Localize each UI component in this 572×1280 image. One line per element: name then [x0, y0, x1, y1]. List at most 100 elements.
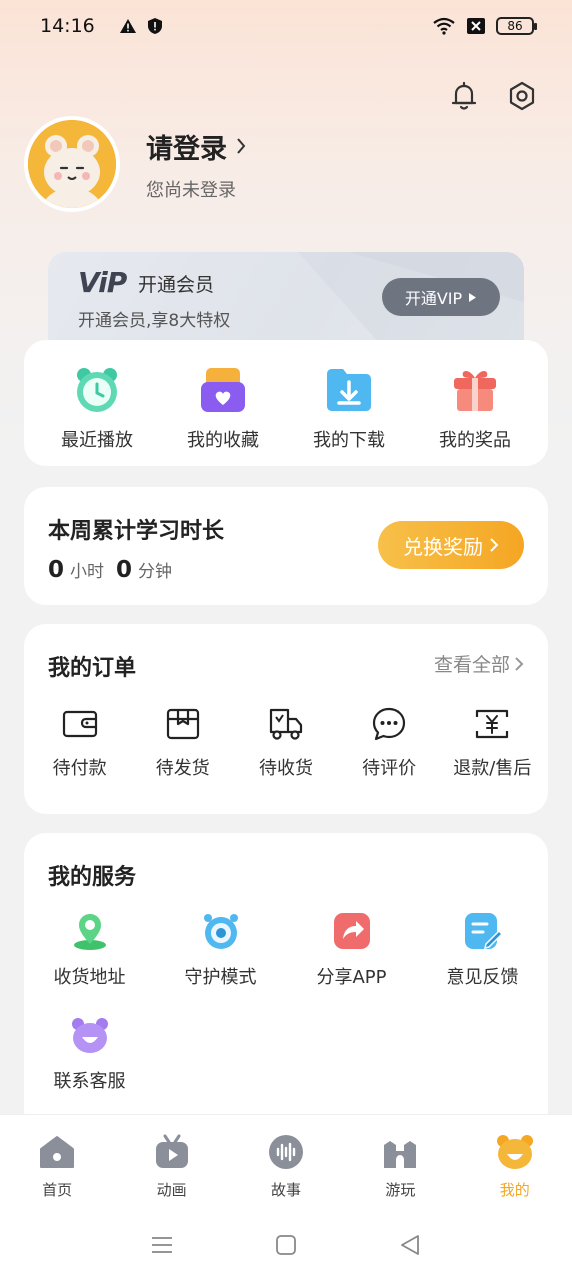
customer-service-icon — [71, 1018, 108, 1053]
alarm-clock-icon — [77, 368, 117, 412]
chevron-right-icon — [515, 656, 524, 671]
truck-icon — [269, 708, 303, 740]
settings-icon[interactable] — [506, 80, 538, 112]
chevron-right-icon — [237, 138, 246, 154]
vip-title: 开通会员 — [138, 274, 215, 296]
study-time-card: 本周累计学习时长 0 小时 0 分钟 兑换奖励 — [24, 487, 548, 605]
menu-icon[interactable] — [150, 1233, 174, 1257]
exchange-reward-button[interactable]: 兑换奖励 — [378, 521, 524, 569]
login-label: 请登录 — [146, 133, 227, 165]
tab-play[interactable]: 游玩 — [355, 1133, 445, 1210]
orders-title: 我的订单 — [48, 656, 137, 681]
service-feedback[interactable]: 意见反馈 — [417, 911, 548, 989]
battery-indicator: 86 — [496, 17, 537, 35]
download-folder-icon — [327, 369, 371, 411]
service-address-label: 收货地址 — [53, 967, 126, 988]
order-pending-payment[interactable]: 待付款 — [32, 706, 128, 780]
audio-story-icon — [268, 1135, 303, 1169]
avatar[interactable] — [24, 116, 120, 212]
quick-favorites-label: 我的收藏 — [187, 430, 259, 451]
open-vip-label: 开通VIP — [404, 289, 463, 308]
favorites-box-icon — [201, 368, 245, 412]
tab-animation[interactable]: 动画 — [127, 1133, 217, 1210]
service-address[interactable]: 收货地址 — [24, 911, 155, 989]
vip-subtitle: 开通会员,享8大特权 — [78, 311, 231, 331]
services-grid: 收货地址 守护模式 分享APP 意见反馈 联系客服 — [24, 911, 548, 1093]
status-right: 86 — [432, 17, 537, 35]
share-icon — [333, 913, 370, 949]
service-customer-support-label: 联系客服 — [53, 1071, 126, 1092]
quick-recent[interactable]: 最近播放 — [42, 364, 152, 466]
order-refund[interactable]: 退款/售后 — [444, 706, 540, 780]
study-duration: 0 小时 0 分钟 — [48, 557, 172, 583]
service-guard-mode[interactable]: 守护模式 — [155, 911, 286, 989]
tab-home[interactable]: 首页 — [12, 1133, 102, 1210]
tab-play-label: 游玩 — [385, 1181, 416, 1199]
wifi-icon — [433, 17, 455, 35]
bell-icon[interactable] — [448, 80, 480, 112]
study-minutes: 0 — [116, 557, 133, 583]
status-alerts — [119, 17, 163, 35]
order-pending-review-label: 待评价 — [362, 758, 417, 779]
status-time: 14:16 — [40, 15, 95, 37]
view-all-label: 查看全部 — [433, 654, 510, 676]
service-feedback-label: 意见反馈 — [446, 967, 519, 988]
comment-icon — [373, 707, 406, 741]
study-hours-unit: 小时 — [70, 562, 105, 582]
header-actions — [448, 80, 538, 112]
study-hours: 0 — [48, 557, 65, 583]
order-pending-payment-label: 待付款 — [52, 758, 107, 779]
animation-tv-icon — [155, 1134, 188, 1168]
package-icon — [166, 708, 199, 740]
quick-recent-label: 最近播放 — [61, 430, 133, 451]
castle-icon — [384, 1141, 417, 1168]
order-pending-shipment[interactable]: 待发货 — [135, 706, 231, 780]
quick-favorites[interactable]: 我的收藏 — [168, 364, 278, 466]
view-all-orders-link[interactable]: 查看全部 — [434, 650, 524, 677]
study-minutes-unit: 分钟 — [138, 562, 173, 582]
home-icon — [40, 1136, 75, 1168]
order-refund-label: 退款/售后 — [453, 758, 532, 779]
vip-logo: ViP — [78, 266, 127, 299]
login-prompt[interactable]: 请登录 — [146, 127, 247, 166]
services-card: 我的服务 收货地址 守护模式 分享APP 意见反馈 联系客服 — [24, 833, 548, 1133]
tab-home-label: 首页 — [42, 1181, 73, 1199]
service-customer-support[interactable]: 联系客服 — [24, 1015, 155, 1093]
order-pending-receipt-label: 待收货 — [258, 758, 313, 779]
order-status-row: 待付款 待发货 待收货 待评价 退款/售后 — [24, 706, 548, 780]
warning-icon — [119, 19, 136, 33]
refund-icon — [476, 709, 509, 739]
quick-prizes[interactable]: 我的奖品 — [420, 364, 530, 466]
wallet-icon — [62, 710, 97, 738]
quick-downloads-label: 我的下载 — [313, 430, 385, 451]
eye-guard-icon — [203, 914, 238, 949]
tab-stories-label: 故事 — [270, 1181, 301, 1199]
order-pending-shipment-label: 待发货 — [155, 758, 210, 779]
orders-card: 我的订单 查看全部 待付款 待发货 待收货 待评价 退款/售后 — [24, 624, 548, 814]
study-title: 本周累计学习时长 — [48, 519, 225, 544]
exchange-reward-label: 兑换奖励 — [403, 534, 483, 559]
back-triangle-icon[interactable] — [398, 1233, 422, 1257]
location-pin-icon — [73, 914, 106, 950]
tab-mine[interactable]: 我的 — [470, 1133, 560, 1210]
service-share-app-label: 分享APP — [316, 967, 387, 988]
chevron-right-icon — [490, 538, 499, 552]
status-bar: 14:16 86 — [0, 0, 572, 52]
service-share-app[interactable]: 分享APP — [286, 911, 417, 989]
bottom-tab-bar: 首页 动画 故事 游玩 我的 — [0, 1114, 572, 1210]
system-navigation-bar — [0, 1210, 572, 1280]
home-square-icon[interactable] — [274, 1233, 298, 1257]
order-pending-review[interactable]: 待评价 — [341, 706, 437, 780]
open-vip-button[interactable]: 开通VIP — [382, 278, 500, 316]
login-status: 您尚未登录 — [146, 179, 236, 201]
order-pending-receipt[interactable]: 待收货 — [238, 706, 334, 780]
quick-prizes-label: 我的奖品 — [439, 430, 511, 451]
tab-mine-label: 我的 — [499, 1181, 530, 1199]
gift-icon — [454, 371, 496, 411]
quick-downloads[interactable]: 我的下载 — [294, 364, 404, 466]
tab-stories[interactable]: 故事 — [241, 1133, 331, 1210]
bear-profile-icon — [496, 1135, 533, 1169]
profile-section[interactable]: 请登录 您尚未登录 — [24, 116, 247, 212]
hamster-avatar-icon — [28, 120, 116, 208]
service-guard-mode-label: 守护模式 — [184, 967, 257, 988]
